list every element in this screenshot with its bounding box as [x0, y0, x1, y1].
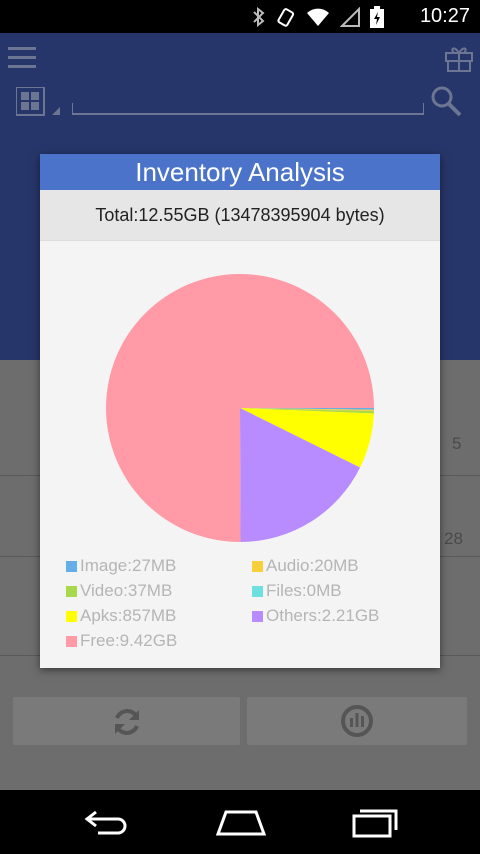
recents-icon[interactable] — [352, 808, 398, 843]
legend-label: Video:37MB — [80, 581, 173, 600]
inventory-dialog: Inventory Analysis Total:12.55GB (134783… — [40, 154, 440, 668]
status-bar: 10:27 — [0, 0, 480, 33]
legend-item-apks: Apks:857MB — [66, 606, 176, 626]
menu-icon[interactable] — [8, 45, 36, 74]
legend-label: Apks:857MB — [80, 606, 177, 625]
legend-label: Files:0MB — [266, 581, 342, 600]
home-icon[interactable] — [215, 810, 267, 841]
legend-swatch — [66, 585, 77, 597]
legend-item-audio: Audio:20MB — [252, 556, 359, 576]
legend-item-files: Files:0MB — [252, 581, 342, 601]
legend-item-video: Video:37MB — [66, 581, 172, 601]
refresh-button[interactable] — [13, 697, 240, 745]
signal-icon — [339, 6, 360, 32]
clock: 10:27 — [419, 5, 470, 27]
refresh-icon — [110, 705, 144, 744]
analysis-icon — [340, 704, 374, 743]
search-icon[interactable] — [430, 85, 462, 122]
legend-swatch — [252, 585, 263, 597]
legend-label: Free:9.42GB — [80, 631, 178, 650]
legend-swatch — [252, 560, 263, 572]
search-input[interactable] — [72, 103, 424, 115]
legend-item-image: Image:27MB — [66, 556, 176, 576]
back-icon[interactable] — [84, 810, 130, 841]
row-value: 28 — [444, 529, 463, 548]
rotate-icon — [276, 7, 296, 32]
total-size: Total:12.55GB (13478395904 bytes) — [40, 190, 440, 241]
analysis-button[interactable] — [247, 697, 467, 745]
wifi-icon — [306, 7, 330, 32]
legend-item-others: Others:2.21GB — [252, 606, 379, 626]
legend-label: Others:2.21GB — [266, 606, 380, 625]
bluetooth-icon — [252, 6, 266, 32]
legend-swatch — [66, 635, 77, 647]
legend-swatch — [66, 560, 77, 572]
dialog-title: Inventory Analysis — [40, 154, 440, 190]
gift-icon[interactable] — [444, 43, 474, 78]
navigation-bar — [0, 790, 480, 854]
legend-item-free: Free:9.42GB — [66, 631, 177, 651]
row-value: 5 — [452, 434, 462, 453]
legend-label: Audio:20MB — [266, 556, 359, 575]
legend-swatch — [252, 610, 263, 622]
pie-chart — [105, 274, 374, 542]
grid-icon[interactable] — [15, 86, 62, 122]
legend-label: Image:27MB — [80, 556, 177, 575]
legend-swatch — [66, 610, 77, 622]
battery-icon — [370, 6, 384, 33]
